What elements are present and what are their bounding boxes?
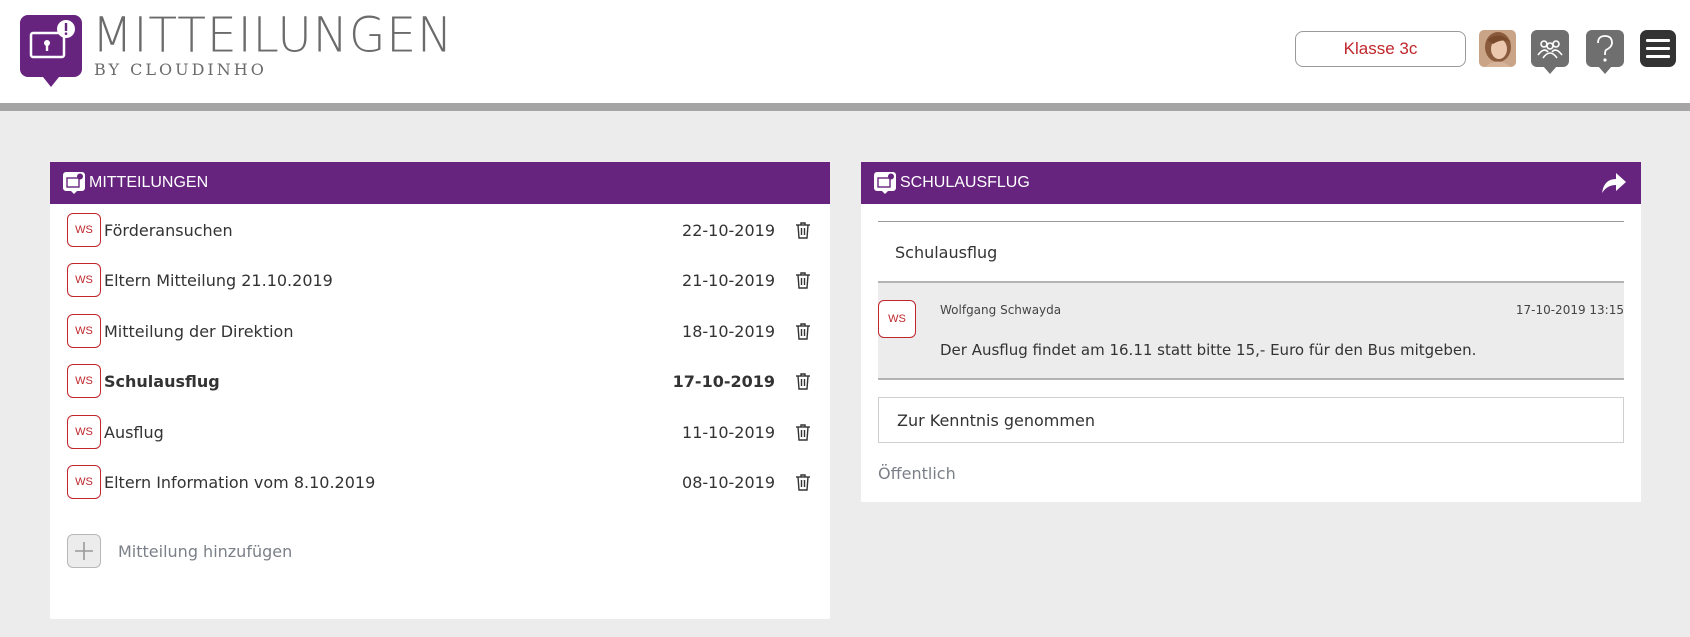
visibility-label: Öffentlich xyxy=(878,464,956,483)
message-detail-panel: SCHULAUSFLUG Schulausflug WS Wolfgang Sc… xyxy=(861,162,1641,502)
app-title: MITTEILUNGEN xyxy=(92,7,454,64)
class-selector-button[interactable]: Klasse 3c xyxy=(1295,31,1466,67)
message-detail-header: SCHULAUSFLUG xyxy=(861,162,1641,204)
author-badge: WS xyxy=(67,364,101,398)
help-icon[interactable] xyxy=(1586,30,1624,74)
menu-icon[interactable] xyxy=(1640,30,1676,67)
message-detail-title: SCHULAUSFLUG xyxy=(900,174,1030,191)
message-date: 08-10-2019 xyxy=(682,472,775,492)
message-icon xyxy=(63,172,85,194)
plus-icon xyxy=(75,542,93,560)
add-message-button[interactable] xyxy=(67,534,101,568)
message-body: Der Ausflug findet am 16.11 statt bitte … xyxy=(940,341,1477,359)
author-badge: WS xyxy=(878,300,916,338)
message-date: 22-10-2019 xyxy=(682,220,775,240)
top-bar: MITTEILUNGEN BY CLOUDINHO Klasse 3c xyxy=(0,0,1690,103)
message-date: 11-10-2019 xyxy=(682,422,775,442)
trash-icon[interactable] xyxy=(793,371,813,391)
author-badge: WS xyxy=(67,213,101,247)
message-timestamp: 17-10-2019 13:15 xyxy=(1515,303,1624,317)
message-title: Schulausflug xyxy=(104,371,220,391)
message-row[interactable]: WS Förderansuchen 22-10-2019 xyxy=(67,213,813,247)
message-title: Mitteilung der Direktion xyxy=(104,321,294,341)
message-icon xyxy=(874,172,896,194)
message-title: Ausflug xyxy=(104,422,164,442)
messages-panel-title: MITTEILUNGEN xyxy=(89,174,209,191)
message-date: 17-10-2019 xyxy=(672,371,775,391)
header-divider xyxy=(0,103,1690,111)
author-badge: WS xyxy=(67,263,101,297)
message-date: 18-10-2019 xyxy=(682,321,775,341)
message-date: 21-10-2019 xyxy=(682,270,775,290)
profile-avatar[interactable] xyxy=(1479,30,1516,67)
message-author: Wolfgang Schwayda xyxy=(940,303,1062,317)
trash-icon[interactable] xyxy=(793,472,813,492)
trash-icon[interactable] xyxy=(793,270,813,290)
message-subject: Schulausflug xyxy=(895,243,998,262)
message-title: Eltern Information vom 8.10.2019 xyxy=(104,472,376,492)
add-message-row[interactable]: Mitteilung hinzufügen xyxy=(67,534,292,568)
author-badge: WS xyxy=(67,465,101,499)
messages-panel: MITTEILUNGEN WS Förderansuchen 22-10-201… xyxy=(50,162,830,619)
trash-icon[interactable] xyxy=(793,321,813,341)
groups-icon[interactable] xyxy=(1531,30,1569,74)
message-row[interactable]: WS Ausflug 11-10-2019 xyxy=(67,415,813,449)
message-row[interactable]: WS Eltern Mitteilung 21.10.2019 21-10-20… xyxy=(67,263,813,297)
trash-icon[interactable] xyxy=(793,220,813,240)
trash-icon[interactable] xyxy=(793,422,813,442)
share-icon[interactable] xyxy=(1601,171,1627,195)
author-badge: WS xyxy=(67,314,101,348)
app-subtitle: BY CLOUDINHO xyxy=(94,60,267,79)
message-title: Eltern Mitteilung 21.10.2019 xyxy=(104,270,333,290)
message-row-selected[interactable]: WS Schulausflug 17-10-2019 xyxy=(67,364,813,398)
acknowledge-button[interactable]: Zur Kenntnis genommen xyxy=(878,397,1624,443)
message-bubble: WS Wolfgang Schwayda 17-10-2019 13:15 De… xyxy=(878,281,1624,380)
message-row[interactable]: WS Eltern Information vom 8.10.2019 08-1… xyxy=(67,465,813,499)
messages-panel-header: MITTEILUNGEN xyxy=(50,162,830,204)
message-row[interactable]: WS Mitteilung der Direktion 18-10-2019 xyxy=(67,314,813,348)
divider xyxy=(878,221,1624,222)
add-message-label[interactable]: Mitteilung hinzufügen xyxy=(118,542,292,561)
message-title: Förderansuchen xyxy=(104,220,233,240)
author-badge: WS xyxy=(67,415,101,449)
messages-logo-icon xyxy=(20,15,82,87)
